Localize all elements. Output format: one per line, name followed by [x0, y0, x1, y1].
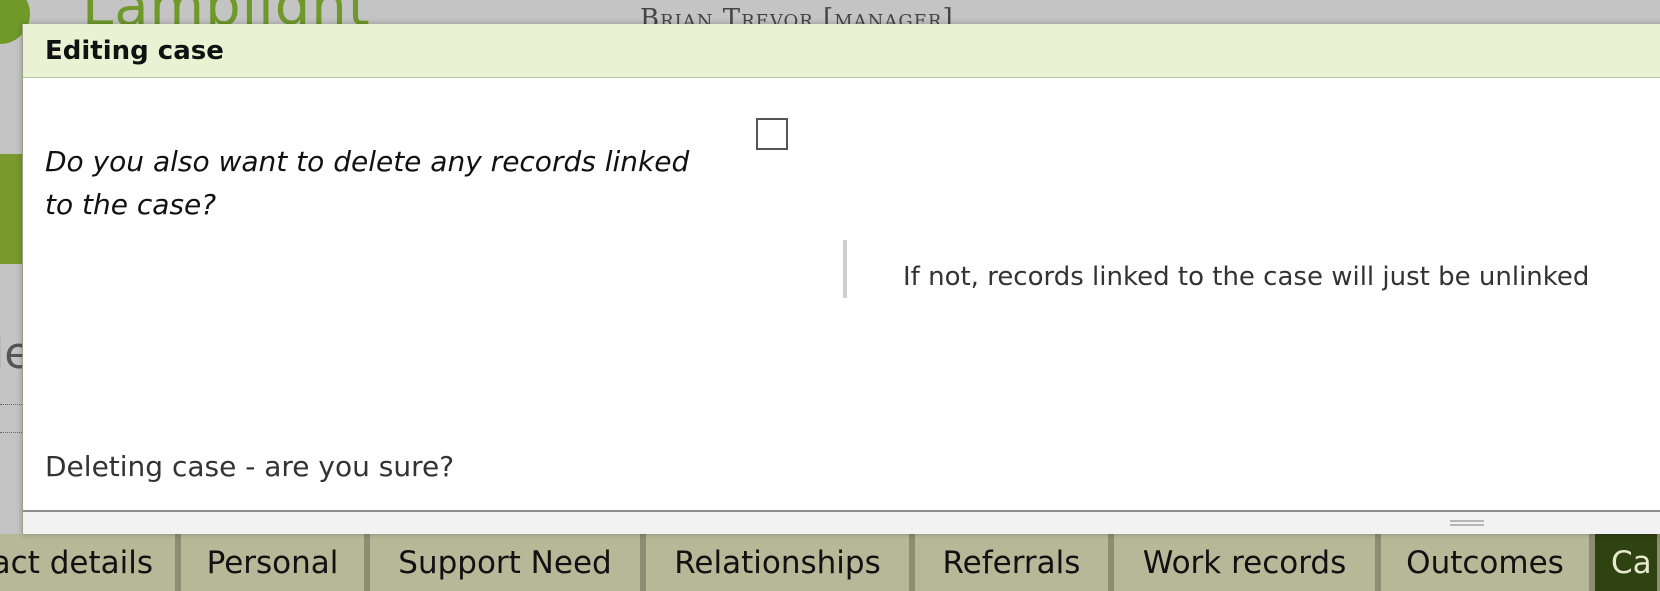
delete-linked-records-question: Do you also want to delete any records l… [45, 145, 690, 221]
tab-label: Outcomes [1406, 544, 1564, 581]
record-tab-bar: act details Personal Support Need Relati… [0, 534, 1660, 591]
tab-label: Relationships [674, 544, 881, 581]
tab-label: Support Need [398, 544, 612, 581]
tab-contact-details[interactable]: act details [0, 534, 178, 591]
background-divider [0, 432, 24, 433]
tab-label: Referrals [942, 544, 1081, 581]
edit-case-dialog: Editing case Do you also want to delete … [22, 24, 1660, 534]
tab-label: Personal [206, 544, 339, 581]
help-text-divider [843, 240, 847, 298]
delete-confirmation-message: Deleting case - are you sure? [45, 450, 455, 483]
resize-grip-icon[interactable] [1450, 520, 1484, 528]
tab-cases[interactable]: Ca [1592, 534, 1660, 591]
background-divider [0, 404, 24, 405]
tab-outcomes[interactable]: Outcomes [1378, 534, 1592, 591]
tab-personal[interactable]: Personal [178, 534, 367, 591]
dialog-header[interactable]: Editing case [23, 24, 1660, 78]
tab-label: Ca [1611, 544, 1652, 581]
dialog-title: Editing case [45, 36, 224, 66]
tab-work-records[interactable]: Work records [1111, 534, 1378, 591]
delete-linked-records-checkbox[interactable] [756, 118, 788, 150]
tab-label: act details [0, 544, 153, 581]
tab-relationships[interactable]: Relationships [643, 534, 912, 591]
dialog-footer [23, 510, 1660, 534]
tab-support-need[interactable]: Support Need [367, 534, 643, 591]
tab-label: Work records [1142, 544, 1347, 581]
tab-referrals[interactable]: Referrals [912, 534, 1111, 591]
delete-linked-records-help: If not, records linked to the case will … [903, 262, 1590, 292]
